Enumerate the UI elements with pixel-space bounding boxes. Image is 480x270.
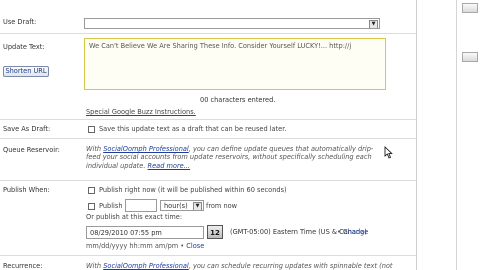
save-as-draft-text: Save this update text as a draft that ca… <box>99 125 287 133</box>
publish-date-input[interactable]: 08/29/2010 07:55 pm <box>86 226 204 239</box>
update-form-panel: Use Draft: ▼ Update Text: Shorten URL We… <box>0 0 416 270</box>
divider <box>0 119 416 120</box>
publish-delay-unit-select[interactable]: hour(s) ▼ <box>160 200 204 211</box>
publish-when-label: Publish When: <box>3 186 50 194</box>
save-as-draft-checkbox[interactable] <box>88 126 95 133</box>
queue-reservoir-description: With SocialOomph Professional, you can d… <box>86 145 374 170</box>
socialoomph-professional-link[interactable]: SocialOomph Professional <box>103 262 189 270</box>
sidebar-border <box>456 0 457 270</box>
divider <box>0 33 416 34</box>
update-text-input[interactable]: We Can't Believe We Are Sharing These In… <box>84 38 386 90</box>
publish-now-text: Publish right now (it will be published … <box>99 186 287 194</box>
characters-entered-count: 00 characters entered. <box>200 96 276 104</box>
update-text-label: Update Text: <box>3 43 45 51</box>
exact-time-label: Or publish at this exact time: <box>86 213 183 221</box>
date-format-hint: mm/dd/yyyy hh:mm am/pm • Close <box>86 242 205 250</box>
google-buzz-instructions-link[interactable]: Special Google Buzz Instructions. <box>86 108 196 116</box>
save-as-draft-label: Save As Draft: <box>3 125 51 133</box>
publish-now-checkbox[interactable] <box>88 187 95 194</box>
queue-reservoir-read-more-link[interactable]: Read more... <box>148 162 190 170</box>
socialoomph-professional-link[interactable]: SocialOomph Professional <box>103 145 189 153</box>
timezone-change-group: • Change <box>337 228 369 236</box>
date-format-close-link[interactable]: Close <box>186 242 204 250</box>
recurrence-description: With SocialOomph Professional, you can s… <box>86 262 393 270</box>
use-draft-label: Use Draft: <box>3 18 37 26</box>
update-text-value: We Can't Believe We Are Sharing These In… <box>89 42 352 50</box>
queue-reservoir-label: Queue Reservoir: <box>3 146 60 154</box>
right-gutter <box>416 0 480 270</box>
divider <box>0 255 416 256</box>
publish-delay-amount-input[interactable] <box>125 199 157 212</box>
divider <box>0 180 416 181</box>
use-draft-select[interactable]: ▼ <box>84 18 380 29</box>
chevron-down-icon[interactable]: ▼ <box>193 202 202 210</box>
chevron-down-icon[interactable]: ▼ <box>369 20 378 28</box>
shorten-url-button[interactable]: Shorten URL <box>3 66 49 77</box>
timezone-change-link[interactable]: Change <box>343 228 368 236</box>
publish-delay-checkbox[interactable] <box>88 203 95 210</box>
sidebar-scroll-button[interactable] <box>462 52 478 62</box>
panel-border <box>416 0 417 270</box>
publish-delay-text: Publish <box>99 202 123 210</box>
recurrence-label: Recurrence: <box>3 262 43 270</box>
from-now-text: from now <box>206 202 238 210</box>
mouse-pointer-icon <box>384 146 393 159</box>
calendar-icon[interactable]: 12 <box>207 225 223 239</box>
sidebar-scroll-button[interactable] <box>462 3 478 13</box>
divider <box>0 138 416 139</box>
